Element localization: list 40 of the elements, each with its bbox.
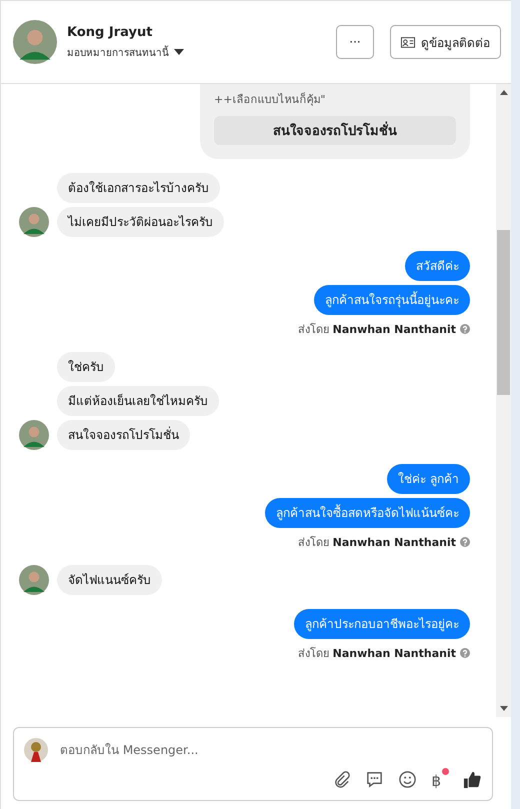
message-bubble: ลูกค้าสนใจซื้อสดหรือจัดไฟแน้นซ์คะ	[265, 498, 470, 528]
avatar-icon	[19, 565, 49, 595]
message-bubble: ลูกค้าสนใจรถรุ่นนี้อยู่นะคะ	[314, 285, 470, 315]
scrollbar[interactable]	[496, 84, 511, 717]
sent-by-label: ส่งโดย Nanwhan Nanthanit	[298, 535, 456, 551]
caret-icon[interactable]	[174, 49, 184, 55]
avatar-icon	[13, 20, 57, 64]
help-icon[interactable]	[460, 537, 470, 547]
scrollbar-thumb[interactable]	[497, 230, 510, 395]
page-avatar-icon	[24, 738, 48, 762]
message-bubble: สวัสดีค่ะ	[405, 251, 470, 281]
message-bubble: สนใจจองรถโปรโมชั่น	[57, 420, 190, 450]
contact-info-button[interactable]: ดูข้อมูลติดต่อ	[390, 25, 501, 59]
message-bubble: ใช่ครับ	[57, 352, 115, 382]
assign-conversation-link[interactable]: มอบหมายการสนทนานี้	[67, 44, 169, 60]
message-bubble: มีแต่ห้องเย็นเลยใช่ไหมครับ	[57, 386, 219, 416]
thumbs-up-icon[interactable]	[463, 770, 482, 788]
message-bubble: ต้องใช้เอกสารอะไรบ้างครับ	[57, 173, 220, 203]
help-icon[interactable]	[460, 648, 470, 658]
avatar-icon	[19, 420, 49, 450]
card-button[interactable]: สนใจจองรถโปรโมชั่น	[214, 116, 456, 145]
message-bubble: จัดไฟแนนซ์ครับ	[57, 565, 162, 595]
payment-button[interactable]: ฿	[431, 768, 449, 790]
contact-name: Kong Jrayut	[67, 24, 154, 40]
scroll-down-icon[interactable]	[500, 706, 508, 711]
saved-replies-icon[interactable]	[365, 770, 384, 788]
message-bubble: ลูกค้าประกอบอาชีพอะไรอยู่คะ	[294, 609, 470, 639]
contact-card-icon	[401, 36, 415, 48]
message-bubble: ไม่เคยมีประวัติผ่อนอะไรครับ	[57, 207, 224, 237]
emoji-icon[interactable]	[398, 770, 418, 788]
more-button[interactable]: ···	[336, 25, 374, 59]
message-bubble: ใช่ค่ะ ลูกค้า	[387, 464, 470, 494]
scroll-up-icon[interactable]	[500, 90, 508, 95]
help-icon[interactable]	[460, 324, 470, 334]
card-text: ++เลือกแบบไหนก็คุ้ม"	[214, 91, 326, 108]
sent-by-label: ส่งโดย Nanwhan Nanthanit	[298, 322, 456, 338]
attachment-icon[interactable]	[332, 770, 352, 788]
avatar-icon	[19, 207, 49, 237]
reply-input-field[interactable]: ตอบกลับใน Messenger...	[58, 742, 482, 758]
sent-by-label: ส่งโดย Nanwhan Nanthanit	[298, 646, 456, 662]
